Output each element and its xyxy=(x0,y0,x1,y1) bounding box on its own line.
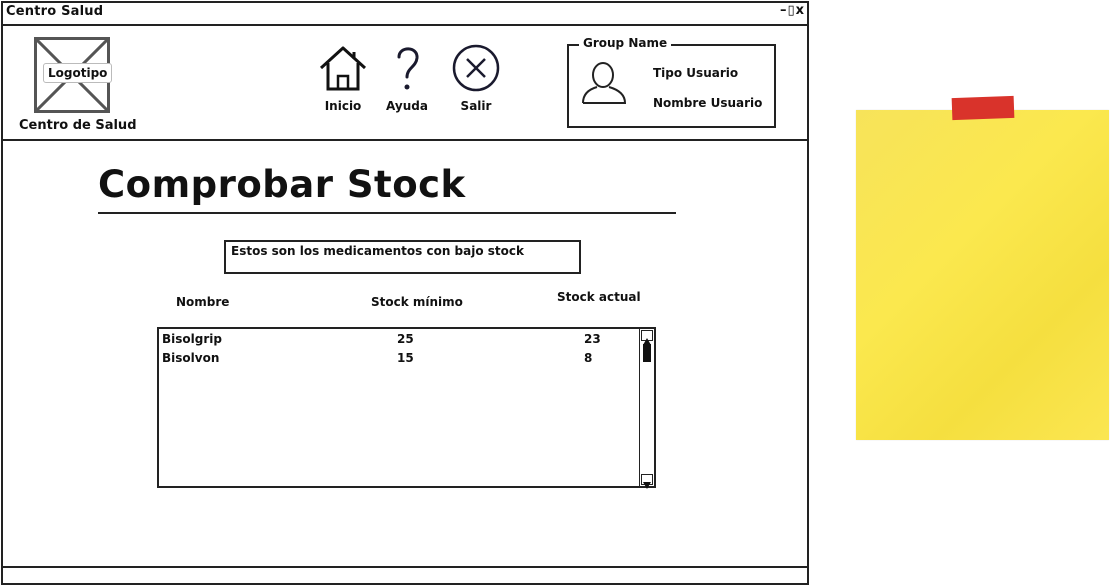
item-stock-minimo: 25 xyxy=(397,332,414,346)
column-header-stock-minimo: Stock mínimo xyxy=(371,295,463,309)
scroll-thumb[interactable] xyxy=(643,344,651,362)
footer-divider xyxy=(1,566,809,568)
info-message: Estos son los medicamentos con bajo stoc… xyxy=(231,244,524,258)
titlebar-divider xyxy=(1,24,809,26)
nav-salir-label: Salir xyxy=(460,99,492,113)
column-header-stock-actual: Stock actual xyxy=(557,290,641,304)
close-circle-icon xyxy=(452,44,500,92)
title-underline xyxy=(98,212,676,214)
item-nombre: Bisolgrip xyxy=(162,332,222,346)
nav-inicio-button[interactable]: Inicio xyxy=(318,44,368,113)
logo-label: Logotipo xyxy=(43,63,113,83)
item-stock-minimo: 15 xyxy=(397,351,414,365)
list-scrollbar[interactable] xyxy=(639,329,654,489)
scroll-down-button[interactable] xyxy=(641,474,653,489)
home-icon xyxy=(319,46,367,91)
arrow-down-icon xyxy=(643,482,651,489)
logo-caption: Centro de Salud xyxy=(19,118,137,133)
nav-ayuda-button[interactable]: Ayuda xyxy=(386,44,428,113)
sticky-note xyxy=(856,110,1109,440)
item-stock-actual: 23 xyxy=(584,332,601,346)
scroll-up-button[interactable] xyxy=(641,330,653,345)
nav-salir-button[interactable]: Salir xyxy=(450,44,502,113)
window-title: Centro Salud xyxy=(6,4,104,19)
nav-ayuda-label: Ayuda xyxy=(386,99,428,113)
list-item[interactable]: Bisolgrip 25 23 xyxy=(159,332,639,350)
list-item[interactable]: Bisolvon 15 8 xyxy=(159,351,639,369)
header-divider xyxy=(1,139,809,141)
item-nombre: Bisolvon xyxy=(162,351,220,365)
question-mark-icon xyxy=(397,47,419,90)
item-stock-actual: 8 xyxy=(584,351,593,365)
user-type-label: Tipo Usuario xyxy=(653,66,739,80)
page-title: Comprobar Stock xyxy=(98,163,466,206)
user-name-label: Nombre Usuario xyxy=(653,96,763,110)
stock-list[interactable]: Bisolgrip 25 23 Bisolvon 15 8 xyxy=(157,327,656,489)
sticky-note-tape xyxy=(951,95,1015,121)
window-controls[interactable]: –▯x xyxy=(780,3,805,18)
group-legend: Group Name xyxy=(579,36,672,50)
column-header-nombre: Nombre xyxy=(176,295,230,309)
user-icon xyxy=(580,60,632,110)
nav-inicio-label: Inicio xyxy=(324,99,362,113)
